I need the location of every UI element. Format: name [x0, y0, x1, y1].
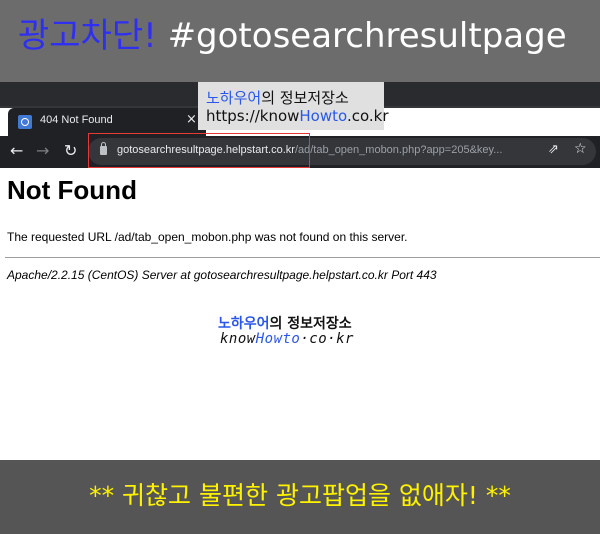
- back-arrow-icon[interactable]: ←: [10, 141, 23, 161]
- forward-arrow-icon[interactable]: →: [36, 141, 49, 161]
- tab-404-not-found[interactable]: 404 Not Found ×: [8, 108, 206, 136]
- watermark: 노하우어의 정보저장소 https://knowHowto.co.kr: [198, 82, 389, 130]
- divider: [5, 257, 600, 258]
- banner-title-main: 광고차단!: [18, 16, 157, 56]
- watermark-url: https://knowHowto.co.kr: [206, 107, 389, 125]
- brand-logo: 노하우어의 정보저장소 knowHowto·co·kr: [218, 313, 388, 353]
- watermark-url-highlight: Howto: [299, 107, 347, 125]
- tab-title: 404 Not Found: [40, 114, 113, 126]
- server-signature: Apache/2.2.15 (CentOS) Server at gotosea…: [7, 268, 437, 282]
- error-message: The requested URL /ad/tab_open_mobon.php…: [7, 230, 408, 244]
- watermark-url-suffix: .co.kr: [346, 107, 389, 125]
- page-content: Not Found The requested URL /ad/tab_open…: [0, 168, 600, 460]
- bottom-banner-text: ** 귀찮고 불편한 광고팝업을 없애자! **: [89, 481, 511, 510]
- logo-brand-rest: 의 정보저장소: [269, 316, 352, 332]
- url-highlight-box: [88, 133, 310, 168]
- banner-title-hashtag: #gotosearchresultpage: [167, 16, 567, 56]
- watermark-url-prefix: https://know: [206, 107, 300, 125]
- watermark-brand-rest: 의 정보저장소: [261, 89, 349, 107]
- share-icon[interactable]: ⇗: [548, 142, 559, 157]
- logo-url-prefix: know: [220, 331, 256, 347]
- bottom-banner: ** 귀찮고 불편한 광고팝업을 없애자! **: [0, 460, 600, 534]
- watermark-brand: 노하우어의 정보저장소: [206, 87, 349, 108]
- favicon-icon: [18, 115, 32, 129]
- star-icon[interactable]: ☆: [574, 141, 587, 157]
- logo-url-highlight: Howto: [255, 331, 301, 347]
- logo-brand-blue: 노하우어: [218, 316, 270, 332]
- url-path: /ad/tab_open_mobon.php?app=205&key...: [294, 144, 503, 156]
- top-banner: 광고차단! #gotosearchresultpage: [0, 0, 600, 82]
- logo-url-suffix: ·co·kr: [300, 331, 354, 347]
- banner-title: 광고차단! #gotosearchresultpage: [18, 14, 567, 58]
- logo-url-line: knowHowto·co·kr: [220, 331, 354, 347]
- reload-icon[interactable]: ↻: [64, 141, 77, 161]
- logo-brand-line: 노하우어의 정보저장소: [218, 313, 352, 333]
- page-title: Not Found: [7, 175, 137, 205]
- close-tab-icon[interactable]: ×: [186, 112, 197, 127]
- watermark-brand-blue: 노하우어: [206, 89, 262, 107]
